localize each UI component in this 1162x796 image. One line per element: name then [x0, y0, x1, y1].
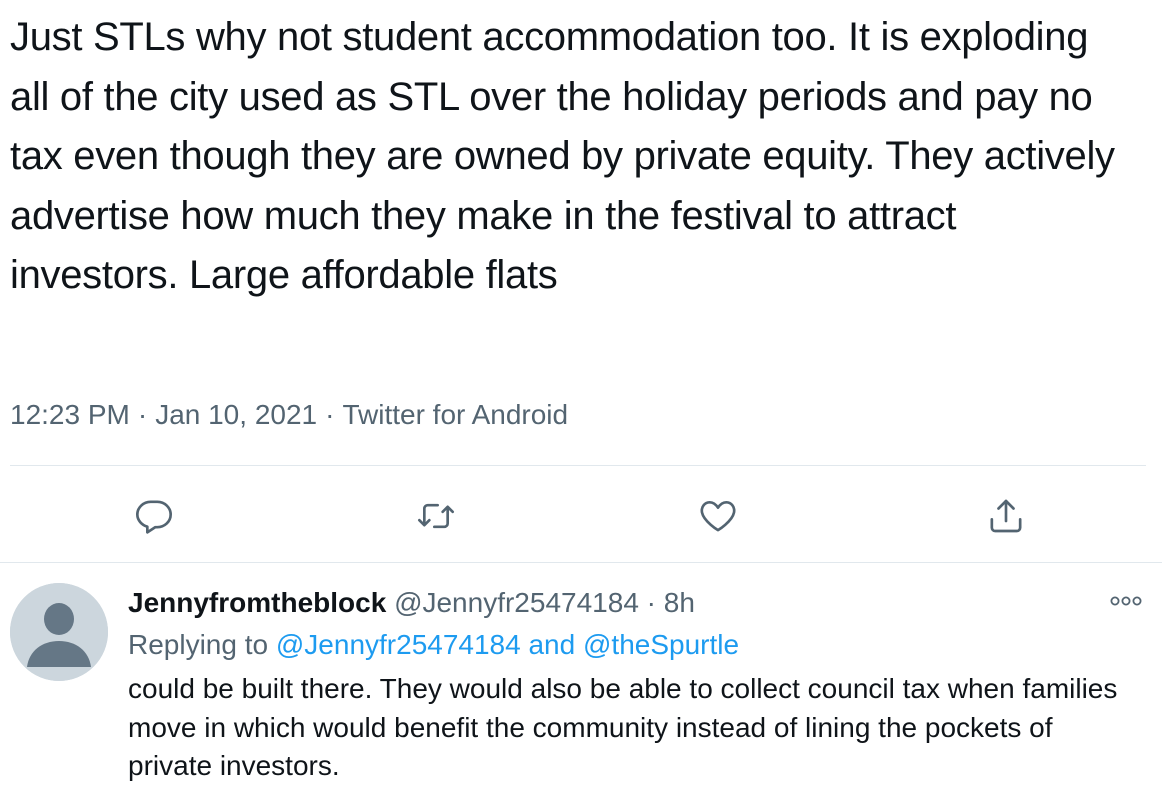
heart-icon — [700, 501, 736, 532]
tweet-text: Just STLs why not student accommodation … — [10, 15, 1126, 297]
more-icon — [1110, 596, 1142, 606]
share-button[interactable] — [980, 490, 1032, 542]
share-icon — [990, 499, 1022, 533]
tweet-date[interactable]: Jan 10, 2021 — [155, 399, 317, 430]
reply-header: Jennyfromtheblock @Jennyfr25474184 · 8h — [128, 585, 695, 621]
avatar[interactable] — [10, 583, 108, 681]
retweet-button[interactable] — [410, 490, 462, 542]
reply-text: could be built there. They would also be… — [128, 673, 1126, 781]
reply-button[interactable] — [128, 490, 180, 542]
reply-display-name[interactable]: Jennyfromtheblock — [128, 587, 386, 618]
more-button[interactable] — [1108, 591, 1144, 611]
meta-separator: · — [325, 399, 335, 430]
replying-and[interactable]: and — [528, 629, 575, 660]
replying-prefix: Replying to — [128, 629, 269, 660]
reply-tweet[interactable]: Jennyfromtheblock @Jennyfr25474184 · 8h … — [0, 563, 1162, 796]
default-avatar-icon — [10, 583, 108, 681]
replying-to: Replying to @Jennyfr25474184 and @theSpu… — [128, 627, 739, 663]
reply-time[interactable]: 8h — [664, 587, 695, 618]
retweet-icon — [418, 503, 454, 529]
replying-user-link[interactable]: @theSpurtle — [583, 629, 739, 660]
tweet-actions — [0, 490, 1162, 542]
meta-separator: · — [137, 399, 148, 430]
tweet-time[interactable]: 12:23 PM — [10, 399, 130, 430]
replying-user-link[interactable]: @Jennyfr25474184 — [276, 629, 521, 660]
reply-handle[interactable]: @Jennyfr25474184 — [394, 587, 639, 618]
reply-icon — [136, 500, 173, 534]
like-button[interactable] — [692, 490, 744, 542]
tweet-metadata: 12:23 PM · Jan 10, 2021 · Twitter for Androi… — [10, 396, 568, 434]
divider — [10, 465, 1146, 466]
reply-separator: · — [646, 587, 656, 618]
tweet-source[interactable]: Twitter for Android — [342, 399, 568, 430]
